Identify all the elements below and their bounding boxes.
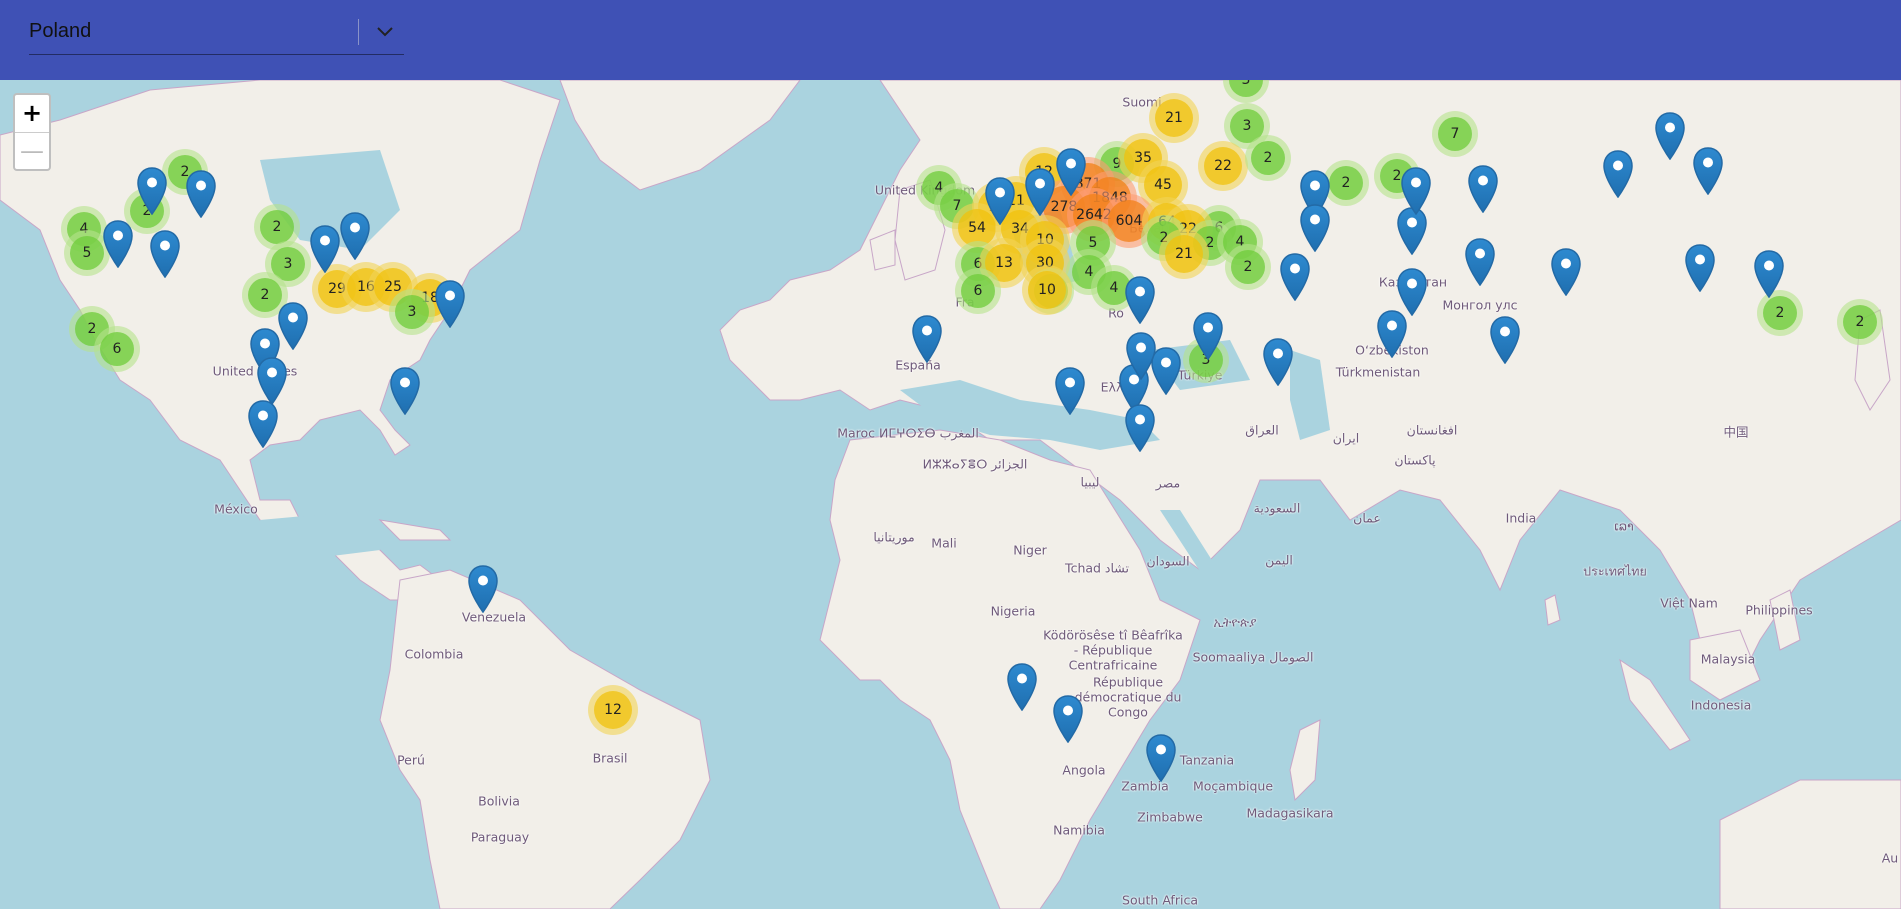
- cluster-count: 3: [395, 295, 429, 329]
- cluster-count: 6: [961, 274, 995, 308]
- map-pin-icon[interactable]: [1125, 404, 1155, 452]
- land-australia: [1719, 779, 1901, 909]
- marker-cluster[interactable]: 10: [1022, 265, 1072, 315]
- top-app-bar: Poland: [0, 0, 1901, 80]
- cluster-count: 21: [1165, 235, 1203, 273]
- map-pin-icon[interactable]: [137, 167, 167, 215]
- cluster-count: 7: [1438, 117, 1472, 151]
- arabian-sea: [1380, 560, 1500, 660]
- marker-cluster[interactable]: 12: [588, 685, 638, 735]
- cluster-count: 2: [1329, 166, 1363, 200]
- land-philippines: [1769, 589, 1801, 651]
- map-pin-icon[interactable]: [1056, 148, 1086, 196]
- cluster-count: 2: [1251, 141, 1285, 175]
- map-pin-icon[interactable]: [1468, 165, 1498, 213]
- cluster-count: 2: [1843, 305, 1877, 339]
- map-pin-icon[interactable]: [1263, 338, 1293, 386]
- zoom-control: + —: [13, 93, 51, 171]
- country-select-value: Poland: [29, 20, 92, 42]
- map-pin-icon[interactable]: [1053, 695, 1083, 743]
- cluster-count: 6: [100, 332, 134, 366]
- map-pin-icon[interactable]: [912, 315, 942, 363]
- map-pin-icon[interactable]: [985, 177, 1015, 225]
- map-pin-icon[interactable]: [1025, 168, 1055, 216]
- cluster-count: 3: [1229, 80, 1263, 97]
- zoom-in-button[interactable]: +: [15, 95, 49, 133]
- cluster-count: 2: [248, 278, 282, 312]
- marker-cluster[interactable]: 21: [1149, 93, 1199, 143]
- chevron-down-icon[interactable]: [366, 16, 404, 48]
- map-pin-icon[interactable]: [1693, 147, 1723, 195]
- bay-of-bengal: [1560, 550, 1640, 640]
- map-pin-icon[interactable]: [1146, 734, 1176, 782]
- map-pin-icon[interactable]: [257, 357, 287, 405]
- map-pin-icon[interactable]: [1126, 332, 1156, 380]
- map-pin-icon[interactable]: [150, 230, 180, 278]
- marker-cluster[interactable]: 22: [1198, 141, 1248, 191]
- zoom-out-button[interactable]: —: [15, 133, 49, 170]
- map-pin-icon[interactable]: [248, 400, 278, 448]
- marker-cluster[interactable]: 3: [389, 289, 435, 335]
- map-pin-icon[interactable]: [1490, 316, 1520, 364]
- map-pin-icon[interactable]: [1280, 253, 1310, 301]
- map-pin-icon[interactable]: [1603, 150, 1633, 198]
- map-pin-icon[interactable]: [340, 212, 370, 260]
- cluster-count: 12: [594, 691, 632, 729]
- marker-cluster[interactable]: 2: [1245, 135, 1291, 181]
- map-pin-icon[interactable]: [1377, 310, 1407, 358]
- land-madagascar: [1289, 719, 1321, 802]
- marker-cluster[interactable]: 2: [1225, 244, 1271, 290]
- land-south-america: [379, 569, 711, 909]
- land-cuba: [378, 519, 452, 541]
- land-sumatra: [1619, 658, 1691, 751]
- cluster-count: 21: [1155, 99, 1193, 137]
- marker-cluster[interactable]: 6: [94, 326, 140, 372]
- land-greenland: [559, 80, 801, 191]
- cluster-count: 5: [70, 236, 104, 270]
- cluster-count: 2: [1231, 250, 1265, 284]
- map-pin-icon[interactable]: [1551, 248, 1581, 296]
- cluster-count: 10: [1028, 271, 1066, 309]
- map-pin-icon[interactable]: [1655, 112, 1685, 160]
- map-pin-icon[interactable]: [468, 565, 498, 613]
- marker-cluster[interactable]: 21: [1159, 229, 1209, 279]
- world-map[interactable]: SuomiUnited KingdomБеларусьFraRoEspañaTü…: [0, 80, 1901, 909]
- map-pin-icon[interactable]: [435, 280, 465, 328]
- map-pin-icon[interactable]: [1193, 312, 1223, 360]
- map-pin-icon[interactable]: [1465, 238, 1495, 286]
- map-pin-icon[interactable]: [390, 367, 420, 415]
- cluster-count: 2: [1763, 296, 1797, 330]
- marker-cluster[interactable]: 2: [1837, 299, 1883, 345]
- cluster-count: 2: [260, 210, 294, 244]
- select-divider: [358, 19, 359, 45]
- map-pin-icon[interactable]: [1754, 250, 1784, 298]
- map-pin-icon[interactable]: [1300, 204, 1330, 252]
- map-pin-icon[interactable]: [1007, 663, 1037, 711]
- map-pin-icon[interactable]: [1397, 268, 1427, 316]
- map-pin-icon[interactable]: [1685, 244, 1715, 292]
- marker-cluster[interactable]: 6: [955, 268, 1001, 314]
- map-pin-icon[interactable]: [1401, 167, 1431, 215]
- land-sri-lanka: [1544, 594, 1561, 626]
- map-pin-icon[interactable]: [1125, 276, 1155, 324]
- cluster-count: 22: [1204, 147, 1242, 185]
- map-pin-icon[interactable]: [1055, 367, 1085, 415]
- country-select[interactable]: Poland: [29, 16, 404, 55]
- marker-cluster[interactable]: 7: [1432, 111, 1478, 157]
- map-pin-icon[interactable]: [278, 302, 308, 350]
- map-pin-icon[interactable]: [310, 225, 340, 273]
- map-pin-icon[interactable]: [186, 170, 216, 218]
- map-pin-icon[interactable]: [103, 220, 133, 268]
